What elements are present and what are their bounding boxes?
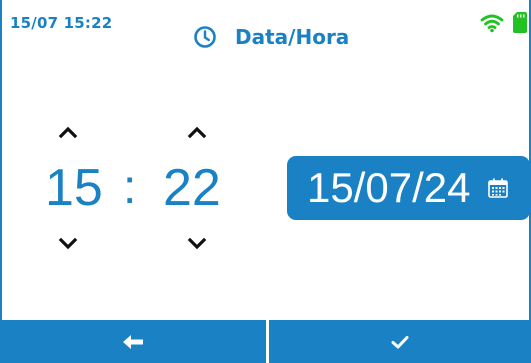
- page-title: Data/Hora: [235, 25, 350, 49]
- minute-decrement-button[interactable]: [183, 234, 211, 254]
- calendar-icon: [487, 178, 508, 198]
- hour-decrement-button[interactable]: [54, 234, 82, 254]
- back-button[interactable]: [0, 320, 269, 363]
- minute-value[interactable]: 22: [163, 160, 221, 216]
- hour-value[interactable]: 15: [45, 160, 103, 216]
- clock-icon: [194, 26, 216, 48]
- confirm-button[interactable]: [269, 320, 531, 363]
- chevron-down-icon: [58, 237, 78, 250]
- status-datetime: 15/07 15:22: [10, 14, 113, 32]
- arrow-left-icon: [123, 334, 143, 349]
- bottom-action-bar: [0, 320, 531, 363]
- date-value: 15/07/24: [307, 164, 471, 211]
- checkmark-icon: [391, 335, 409, 348]
- minute-increment-button[interactable]: [183, 122, 211, 142]
- time-separator: :: [123, 161, 137, 214]
- hour-increment-button[interactable]: [54, 122, 82, 142]
- chevron-down-icon: [187, 237, 207, 250]
- chevron-up-icon: [187, 126, 207, 139]
- sim-card-icon: [513, 12, 527, 33]
- header: Data/Hora: [193, 22, 349, 52]
- wifi-icon: [480, 14, 504, 33]
- date-picker-button[interactable]: 15/07/24: [287, 156, 530, 220]
- chevron-up-icon: [58, 126, 78, 139]
